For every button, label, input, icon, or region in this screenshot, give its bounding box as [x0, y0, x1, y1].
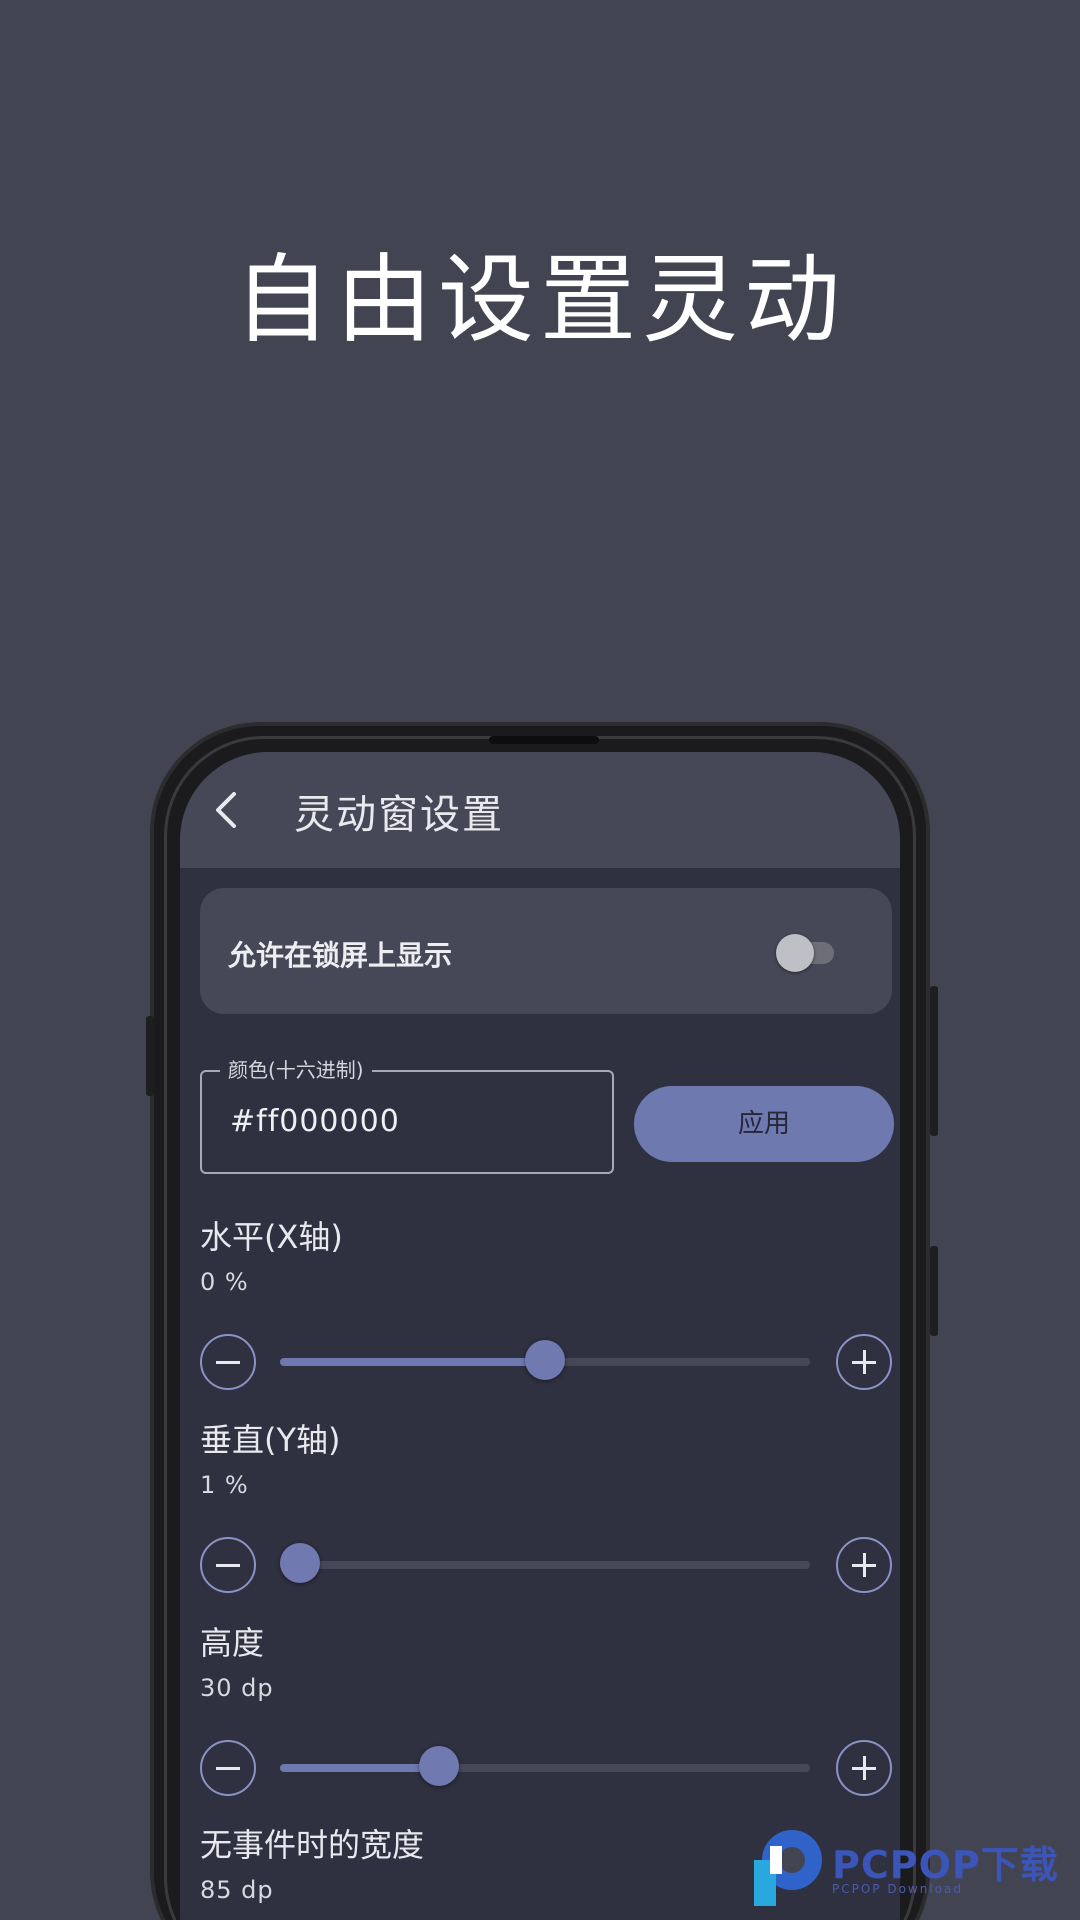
setting-title: 垂直(Y轴): [200, 1421, 341, 1459]
apply-button[interactable]: 应用: [634, 1086, 894, 1162]
setting-value: 1 %: [200, 1471, 249, 1499]
color-field-value[interactable]: #ff000000: [230, 1104, 400, 1139]
slider-thumb[interactable]: [525, 1340, 565, 1380]
watermark-brand: PCPOP下载: [832, 1843, 1059, 1887]
slider-fill: [280, 1764, 439, 1772]
setting-height: 高度 30 dp: [200, 1618, 892, 1798]
promo-headline: 自由设置灵动: [234, 244, 846, 356]
increase-button[interactable]: [836, 1740, 892, 1796]
phone-power-button: [930, 986, 938, 1136]
lockscreen-toggle[interactable]: [776, 934, 836, 972]
phone-speaker: [489, 736, 599, 744]
app-bar: 灵动窗设置: [180, 752, 900, 868]
back-arrow-icon[interactable]: [208, 788, 248, 832]
setting-title: 水平(X轴): [200, 1218, 343, 1256]
setting-title: 高度: [200, 1624, 265, 1662]
setting-value: 30 dp: [200, 1674, 274, 1702]
setting-vertical: 垂直(Y轴) 1 %: [200, 1415, 892, 1595]
vertical-slider[interactable]: [280, 1543, 810, 1583]
slider-thumb[interactable]: [280, 1543, 320, 1583]
page-title: 灵动窗设置: [294, 792, 504, 838]
phone-side-button: [146, 1016, 154, 1096]
color-field-label: 颜色(十六进制): [220, 1056, 372, 1084]
app-screen: 灵动窗设置 允许在锁屏上显示 颜色(十六进制) #ff000000 应用 水平(…: [180, 752, 900, 1920]
phone-volume-button: [930, 1246, 938, 1336]
height-slider[interactable]: [280, 1746, 810, 1786]
lockscreen-label: 允许在锁屏上显示: [228, 939, 453, 972]
setting-horizontal: 水平(X轴) 0 %: [200, 1212, 892, 1392]
setting-value: 85 dp: [200, 1876, 274, 1904]
watermark-sub: PCPOP Download: [832, 1882, 963, 1896]
slider-thumb[interactable]: [419, 1746, 459, 1786]
decrease-button[interactable]: [200, 1740, 256, 1796]
lockscreen-setting-card: 允许在锁屏上显示: [200, 888, 892, 1014]
watermark: PCPOP下载 PCPOP Download: [752, 1826, 1080, 1920]
pcpop-logo-icon: [754, 1830, 822, 1906]
horizontal-slider[interactable]: [280, 1340, 810, 1380]
increase-button[interactable]: [836, 1334, 892, 1390]
decrease-button[interactable]: [200, 1537, 256, 1593]
increase-button[interactable]: [836, 1537, 892, 1593]
color-hex-field[interactable]: 颜色(十六进制) #ff000000: [200, 1056, 614, 1174]
toggle-thumb: [776, 934, 814, 972]
decrease-button[interactable]: [200, 1334, 256, 1390]
setting-title: 无事件时的宽度: [200, 1826, 425, 1864]
setting-value: 0 %: [200, 1268, 249, 1296]
phone-frame: 灵动窗设置 允许在锁屏上显示 颜色(十六进制) #ff000000 应用 水平(…: [146, 722, 938, 1920]
slider-fill: [280, 1358, 545, 1366]
